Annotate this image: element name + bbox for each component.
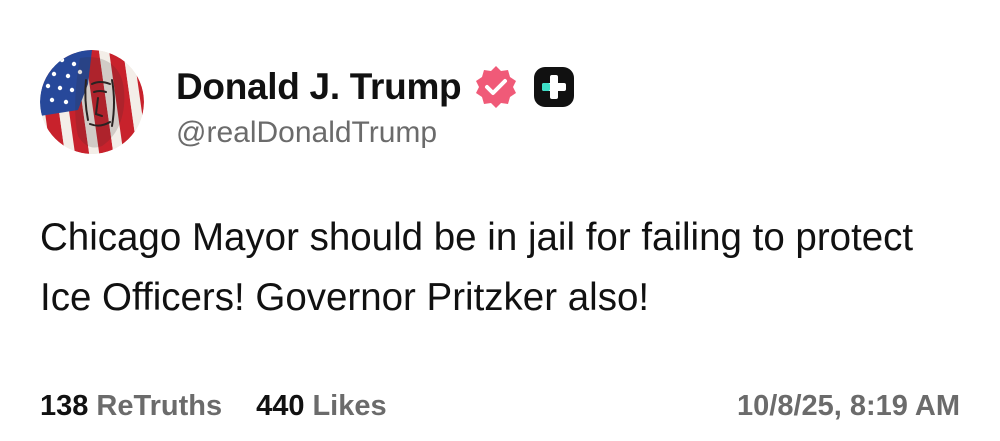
post-timestamp[interactable]: 10/8/25, 8:19 AM	[737, 390, 960, 423]
display-name[interactable]: Donald J. Trump	[176, 66, 462, 108]
avatar[interactable]	[40, 50, 144, 154]
name-row: Donald J. Trump	[176, 62, 577, 112]
post-text: Chicago Mayor should be in jail for fail…	[40, 216, 914, 319]
plus-badge-icon	[531, 64, 577, 110]
likes-stat[interactable]: 440 Likes	[256, 390, 387, 423]
retruths-label: ReTruths	[96, 389, 223, 422]
retruths-count: 138	[40, 389, 89, 422]
likes-count: 440	[256, 389, 305, 422]
likes-label: Likes	[312, 389, 387, 422]
user-handle[interactable]: @realDonaldTrump	[176, 116, 437, 150]
retruths-stat[interactable]: 138 ReTruths	[40, 390, 222, 423]
post-footer: 138 ReTruths 440 Likes 10/8/25, 8:19 AM	[40, 386, 960, 426]
verified-badge-icon	[473, 64, 519, 110]
